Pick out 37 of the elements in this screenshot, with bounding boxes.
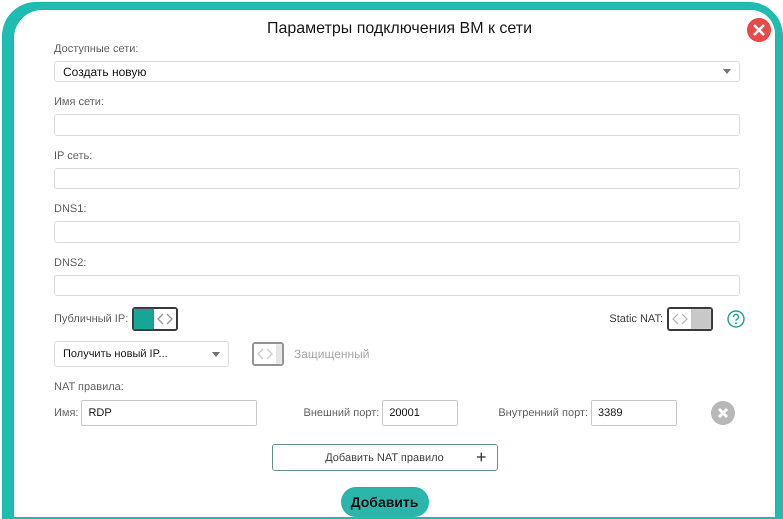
rule-name-label: Имя:	[54, 407, 78, 420]
remove-icon[interactable]	[711, 401, 736, 426]
static-nat-label: Static NAT:	[609, 313, 663, 326]
submit-button[interactable]: Добавить	[340, 487, 428, 518]
select-value: Создать новую	[63, 64, 146, 79]
input-field[interactable]	[54, 168, 740, 190]
input-field[interactable]	[54, 274, 740, 296]
switch-knob[interactable]	[672, 313, 688, 326]
input-field[interactable]	[54, 114, 740, 136]
dialog-title: Параметры подключения ВМ к сети	[266, 20, 534, 38]
close-icon[interactable]	[747, 18, 771, 42]
switch-knob[interactable]	[157, 313, 174, 326]
nat-rules-label: NAT правила:	[54, 381, 125, 394]
select-value: Получить новый IP...	[63, 348, 168, 360]
input-field[interactable]: 3389	[591, 400, 678, 426]
plus-icon: +	[476, 447, 486, 468]
network-select[interactable]: Создать новую	[54, 61, 740, 82]
toggle-switch[interactable]	[667, 307, 713, 332]
help-icon[interactable]	[727, 310, 745, 328]
add-nat-rule-button[interactable]: Добавить NAT правило +	[272, 444, 498, 472]
public-ip-label: Публичный IP:	[54, 313, 128, 326]
protected-label: Защищенный	[294, 347, 370, 362]
toggle-switch[interactable]	[252, 342, 284, 366]
toggle-switch[interactable]	[132, 307, 178, 332]
input-field[interactable]: RDP	[81, 400, 258, 426]
internal-port-label: Внутренний порт:	[498, 407, 588, 420]
field-label: DNS1:	[54, 203, 88, 216]
field-label: DNS2:	[54, 256, 88, 269]
input-field[interactable]: 20001	[382, 400, 458, 426]
ip-select[interactable]: Получить новый IP...	[54, 341, 229, 368]
external-port-label: Внешний порт:	[303, 407, 380, 420]
field-label: Имя сети:	[54, 96, 105, 108]
caret-icon	[723, 69, 731, 74]
caret-icon	[212, 352, 220, 357]
field-label: IP сеть:	[54, 150, 94, 162]
input-field[interactable]	[54, 221, 740, 243]
field-label: Доступные сети:	[54, 43, 140, 55]
